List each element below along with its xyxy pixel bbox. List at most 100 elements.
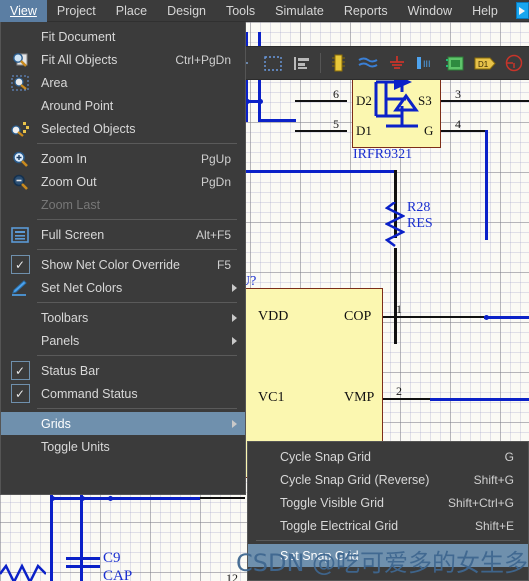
menubar-label: Design bbox=[167, 3, 206, 18]
grids-submenu[interactable]: Cycle Snap Grid G Cycle Snap Grid (Rever… bbox=[247, 441, 529, 581]
menu-label: Toggle Electrical Grid bbox=[280, 518, 399, 533]
menu-item-area[interactable]: Area bbox=[1, 71, 245, 94]
menu-item-command-status[interactable]: ✓ Command Status bbox=[1, 382, 245, 405]
ic-component-icon[interactable] bbox=[323, 46, 352, 80]
menubar-item-reports[interactable]: Reports bbox=[334, 0, 398, 22]
menubar-label: Reports bbox=[343, 3, 388, 18]
wire bbox=[430, 398, 529, 401]
menu-separator bbox=[37, 219, 237, 220]
menu-accel: PgUp bbox=[200, 151, 231, 166]
toolbar-separator bbox=[319, 53, 321, 73]
menu-item-show-net-color-override[interactable]: ✓ Show Net Color Override F5 bbox=[1, 253, 245, 276]
chevron-right-icon bbox=[232, 420, 237, 428]
pin-number: 1 bbox=[396, 302, 402, 316]
menu-item-around-point[interactable]: Around Point bbox=[1, 94, 245, 117]
pin-number: 2 bbox=[396, 384, 402, 398]
menubar-item-view[interactable]: View bbox=[0, 0, 47, 22]
checkmark-icon: ✓ bbox=[9, 361, 31, 380]
menubar-item-design[interactable]: Design bbox=[157, 0, 216, 22]
triangle-glyph bbox=[519, 6, 526, 15]
port-icon[interactable]: III bbox=[412, 46, 441, 80]
view-dropdown-menu[interactable]: Fit Document Fit All Objects Ctrl+PgDn A… bbox=[0, 22, 246, 495]
sheet-symbol-icon[interactable] bbox=[441, 46, 470, 80]
play-button-icon[interactable] bbox=[515, 2, 529, 19]
bus-wire-icon[interactable] bbox=[353, 46, 382, 80]
menubar-item-project[interactable]: Project bbox=[47, 0, 106, 22]
pin-label: G bbox=[424, 123, 434, 138]
pin-label: D2 bbox=[356, 93, 372, 108]
menubar-item-place[interactable]: Place bbox=[106, 0, 157, 22]
menubar-item-simulate[interactable]: Simulate bbox=[265, 0, 334, 22]
menu-label: Around Point bbox=[41, 98, 114, 113]
submenu-item-toggle-visible-grid[interactable]: Toggle Visible Grid Shift+Ctrl+G bbox=[248, 491, 528, 514]
menu-separator bbox=[37, 408, 237, 409]
menubar-label: View bbox=[10, 3, 37, 18]
submenu-item-cycle-snap-grid[interactable]: Cycle Snap Grid G bbox=[248, 445, 528, 468]
menu-item-toolbars[interactable]: Toolbars bbox=[1, 306, 245, 329]
menu-bar[interactable]: View Project Place Design Tools Simulate… bbox=[0, 0, 529, 22]
menubar-label: Tools bbox=[225, 3, 256, 18]
component-r28[interactable] bbox=[385, 202, 405, 250]
component-value: RES bbox=[407, 216, 433, 231]
submenu-item-set-snap-grid[interactable]: Set Snap Grid bbox=[248, 544, 528, 567]
menu-label: Cycle Snap Grid bbox=[280, 449, 372, 464]
menu-item-status-bar[interactable]: ✓ Status Bar bbox=[1, 359, 245, 382]
menu-item-set-net-colors[interactable]: Set Net Colors bbox=[1, 276, 245, 299]
pin-label: S3 bbox=[418, 93, 432, 108]
no-icon bbox=[9, 195, 31, 214]
menu-separator bbox=[37, 355, 237, 356]
svg-text:D1: D1 bbox=[478, 60, 489, 69]
zoom-in-icon bbox=[9, 149, 31, 168]
menu-label: Toolbars bbox=[41, 310, 89, 325]
checkbox[interactable]: ✓ bbox=[10, 361, 30, 380]
checkbox[interactable]: ✓ bbox=[10, 255, 30, 274]
menu-label: Cycle Snap Grid (Reverse) bbox=[280, 472, 430, 487]
menu-label: Toggle Units bbox=[41, 439, 110, 454]
no-icon bbox=[9, 331, 31, 350]
wire bbox=[258, 119, 296, 122]
full-screen-icon bbox=[9, 225, 31, 244]
chevron-right-icon bbox=[232, 314, 237, 322]
pin-number: 5 bbox=[333, 117, 339, 131]
submenu-item-cycle-snap-grid-reverse[interactable]: Cycle Snap Grid (Reverse) Shift+G bbox=[248, 468, 528, 491]
menu-item-fit-document[interactable]: Fit Document bbox=[1, 25, 245, 48]
wire bbox=[484, 316, 529, 319]
menu-item-zoom-out[interactable]: Zoom Out PgDn bbox=[1, 170, 245, 193]
menu-item-selected-objects[interactable]: Selected Objects bbox=[1, 117, 245, 140]
menu-accel: Alt+F5 bbox=[195, 227, 231, 242]
menu-separator bbox=[37, 143, 237, 144]
junction-dot bbox=[108, 496, 113, 501]
select-area-icon[interactable] bbox=[258, 46, 287, 80]
menu-item-zoom-in[interactable]: Zoom In PgUp bbox=[1, 147, 245, 170]
menubar-item-help[interactable]: Help bbox=[462, 0, 508, 22]
wire bbox=[50, 497, 200, 500]
component-designator: R28 bbox=[407, 200, 431, 215]
menu-accel: Shift+E bbox=[474, 518, 514, 533]
ground-symbol-icon[interactable] bbox=[382, 46, 411, 80]
net-label-icon[interactable]: D1 bbox=[470, 46, 499, 80]
zoom-area-icon bbox=[9, 73, 31, 92]
menu-label: Status Bar bbox=[41, 363, 100, 378]
pin-label: D1 bbox=[356, 123, 372, 138]
checkbox[interactable]: ✓ bbox=[10, 384, 30, 403]
svg-text:III: III bbox=[423, 59, 431, 69]
menu-item-toggle-units[interactable]: Toggle Units bbox=[1, 435, 245, 458]
menu-label: Set Snap Grid bbox=[280, 548, 359, 563]
no-icon bbox=[9, 414, 31, 433]
menubar-label: Place bbox=[115, 3, 148, 18]
menubar-item-window[interactable]: Window bbox=[398, 0, 462, 22]
align-left-icon[interactable] bbox=[287, 46, 316, 80]
info-circle-icon[interactable] bbox=[500, 46, 529, 80]
component-designator: IRFR9321 bbox=[353, 147, 413, 162]
menu-label: Grids bbox=[41, 416, 71, 431]
submenu-item-toggle-electrical-grid[interactable]: Toggle Electrical Grid Shift+E bbox=[248, 514, 528, 537]
menu-item-full-screen[interactable]: Full Screen Alt+F5 bbox=[1, 223, 245, 246]
menu-accel: Shift+G bbox=[473, 472, 514, 487]
component-value: CAP bbox=[103, 568, 133, 581]
pin-label: VC1 bbox=[258, 390, 285, 405]
menu-item-panels[interactable]: Panels bbox=[1, 329, 245, 352]
menubar-item-tools[interactable]: Tools bbox=[216, 0, 265, 22]
menu-item-fit-all-objects[interactable]: Fit All Objects Ctrl+PgDn bbox=[1, 48, 245, 71]
menu-accel: PgDn bbox=[200, 174, 231, 189]
menu-item-grids[interactable]: Grids bbox=[1, 412, 245, 435]
